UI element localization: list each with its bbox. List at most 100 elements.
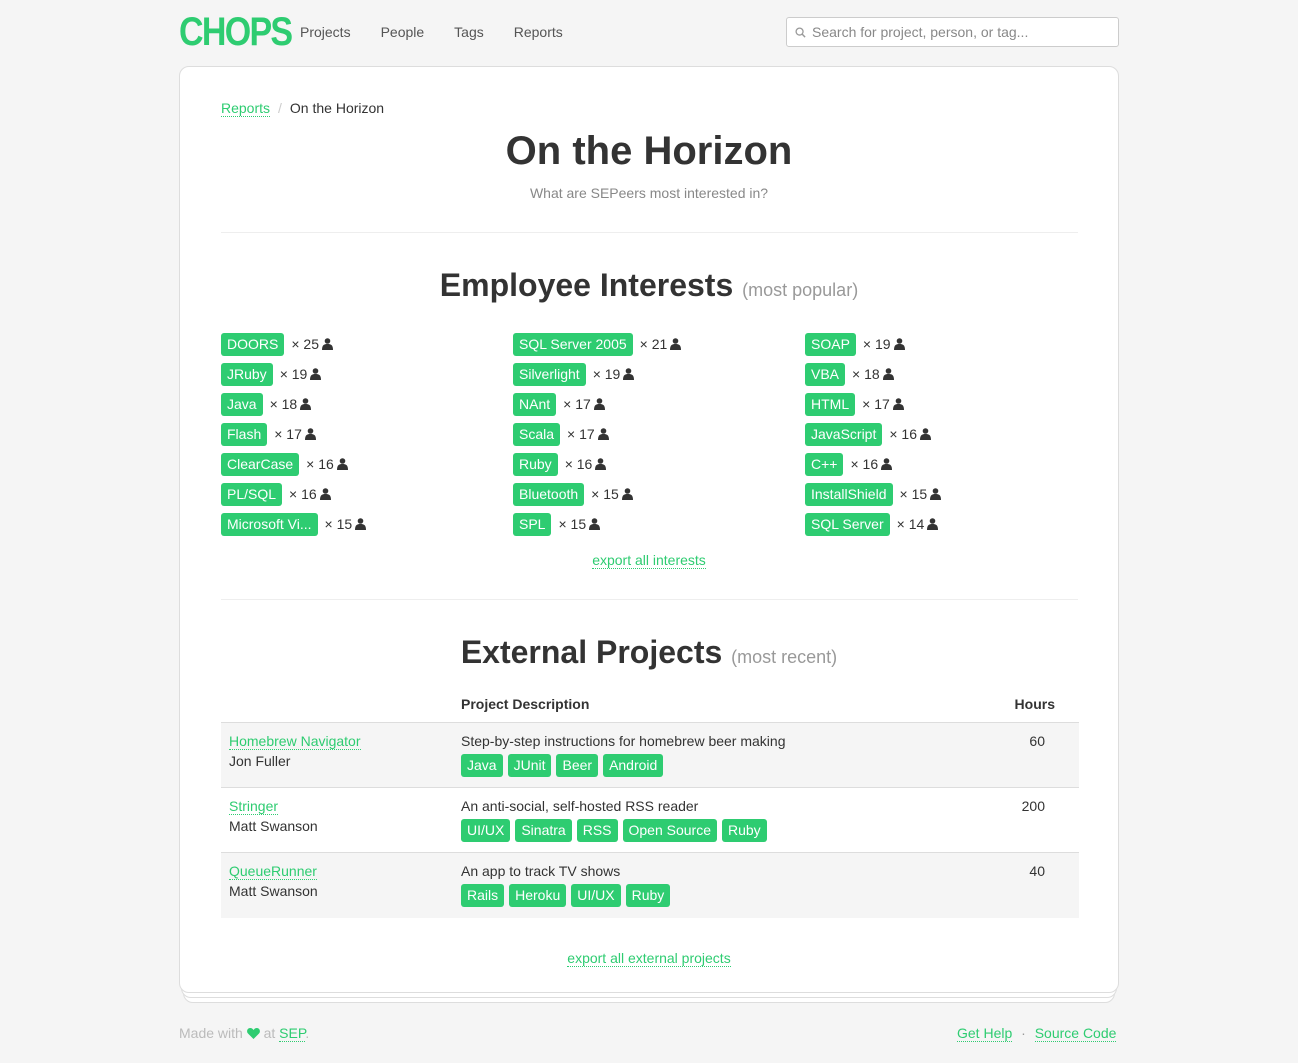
interest-tag[interactable]: JRuby (221, 362, 273, 386)
breadcrumb-separator: / (278, 100, 282, 116)
person-icon (930, 488, 942, 500)
project-hours: 200 (1021, 798, 1045, 814)
project-hours: 40 (1029, 863, 1045, 879)
interest-tag[interactable]: ClearCase (221, 452, 300, 476)
project-person: Matt Swanson (229, 883, 318, 899)
project-tag[interactable]: Rails (461, 884, 505, 907)
interest-item: NAnt × 17 (513, 389, 681, 419)
search-box[interactable] (786, 17, 1119, 47)
footer-period: . (305, 1025, 310, 1041)
project-link[interactable]: Homebrew Navigator (229, 733, 361, 750)
interest-tag[interactable]: SQL Server (805, 512, 890, 536)
project-tag[interactable]: Java (461, 754, 503, 777)
export-projects-link[interactable]: export all external projects (567, 950, 731, 967)
get-help-link[interactable]: Get Help (957, 1025, 1013, 1042)
interest-count: × 19 (279, 366, 308, 382)
main-nav: Projects People Tags Reports (300, 24, 593, 40)
interest-item: SOAP × 19 (805, 329, 941, 359)
interest-tag[interactable]: SPL (513, 512, 552, 536)
nav-tags[interactable]: Tags (454, 24, 484, 40)
logo[interactable]: CHOPS (179, 10, 293, 55)
table-row: QueueRunner Matt Swanson An app to track… (221, 853, 1079, 918)
project-person: Matt Swanson (229, 818, 318, 834)
interest-count: × 17 (274, 426, 302, 442)
project-link[interactable]: QueueRunner (229, 863, 317, 880)
divider (221, 599, 1078, 600)
nav-projects[interactable]: Projects (300, 24, 351, 40)
interest-item: Silverlight × 19 (513, 359, 681, 389)
project-tag[interactable]: Beer (556, 754, 599, 777)
interest-tag[interactable]: SOAP (805, 332, 856, 356)
interest-tag[interactable]: Bluetooth (513, 482, 585, 506)
interests-qualifier: (most popular) (742, 280, 859, 300)
person-icon (623, 368, 635, 380)
interest-count: × 21 (639, 336, 668, 352)
nav-reports[interactable]: Reports (514, 24, 563, 40)
interest-tag[interactable]: Scala (513, 422, 561, 446)
interest-tag[interactable]: Flash (221, 422, 268, 446)
project-tag[interactable]: UI/UX (461, 819, 511, 842)
project-tag[interactable]: Heroku (509, 884, 567, 907)
interest-item: Microsoft Vi... × 15 (221, 509, 367, 539)
interest-item: DOORS × 25 (221, 329, 366, 359)
person-icon (621, 488, 633, 500)
footer-sep-link[interactable]: SEP (279, 1025, 306, 1042)
interest-tag[interactable]: Microsoft Vi... (221, 512, 318, 536)
interest-count: × 16 (289, 486, 317, 502)
interest-tag[interactable]: C++ (805, 452, 844, 476)
interest-item: Java × 18 (221, 389, 366, 419)
interest-tag[interactable]: DOORS (221, 332, 285, 356)
source-code-link[interactable]: Source Code (1034, 1025, 1117, 1042)
interest-item: VBA × 18 (805, 359, 941, 389)
project-description: Step-by-step instructions for homebrew b… (461, 733, 786, 749)
interest-tag[interactable]: Ruby (513, 452, 558, 476)
footer-made-with: Made with (179, 1025, 243, 1041)
project-tag[interactable]: Sinatra (515, 819, 572, 842)
project-tag[interactable]: JUnit (507, 754, 552, 777)
interest-item: SQL Server 2005 × 21 (513, 329, 682, 359)
interest-item: HTML × 17 (805, 389, 941, 419)
interest-count: × 15 (591, 486, 619, 502)
interest-tag[interactable]: HTML (805, 392, 856, 416)
project-tag[interactable]: Ruby (625, 884, 671, 907)
footer-separator: · (1021, 1025, 1026, 1041)
project-hours: 60 (1029, 733, 1045, 749)
interest-item: InstallShield × 15 (805, 479, 942, 509)
interest-tag[interactable]: NAnt (513, 392, 557, 416)
interest-tag[interactable]: PL/SQL (221, 482, 283, 506)
person-icon (927, 518, 939, 530)
project-link[interactable]: Stringer (229, 798, 279, 815)
interest-tag[interactable]: Silverlight (513, 362, 586, 386)
nav-people[interactable]: People (381, 24, 425, 40)
project-tag[interactable]: RSS (576, 819, 618, 842)
interest-count: × 25 (291, 336, 319, 352)
breadcrumb-reports-link[interactable]: Reports (221, 100, 271, 117)
interest-tag[interactable]: JavaScript (805, 422, 883, 446)
interest-tag[interactable]: InstallShield (805, 482, 893, 506)
project-tags: Rails Heroku UI/UX Ruby (461, 884, 671, 907)
interest-count: × 19 (862, 336, 891, 352)
interest-item: SQL Server × 14 (805, 509, 941, 539)
interests-column: SOAP × 19 VBA × 18 HTML × 17 JavaScript × 16… (805, 329, 942, 539)
main-card: Reports / On the Horizon On the Horizon Wh… (179, 66, 1119, 993)
interest-count: × 18 (852, 366, 880, 382)
export-interests-link[interactable]: export all interests (592, 552, 706, 569)
interest-item: SPL × 15 (513, 509, 681, 539)
project-tag[interactable]: Open Source (622, 819, 717, 842)
search-input[interactable] (812, 24, 1112, 40)
project-tag[interactable]: UI/UX (571, 884, 621, 907)
interest-tag[interactable]: Java (221, 392, 263, 416)
interest-tag[interactable]: SQL Server 2005 (513, 332, 633, 356)
project-description: An anti-social, self-hosted RSS reader (461, 798, 699, 814)
person-icon (310, 368, 322, 380)
interest-count: × 14 (896, 516, 925, 532)
person-icon (597, 428, 609, 440)
search-icon (795, 26, 806, 38)
project-tag[interactable]: Android (603, 754, 664, 777)
interests-title: Employee Interests (439, 267, 734, 303)
project-tag[interactable]: Ruby (722, 819, 767, 842)
interest-tag[interactable]: VBA (805, 362, 846, 386)
person-icon (593, 398, 605, 410)
page-title: On the Horizon (505, 129, 793, 173)
person-icon (319, 488, 331, 500)
